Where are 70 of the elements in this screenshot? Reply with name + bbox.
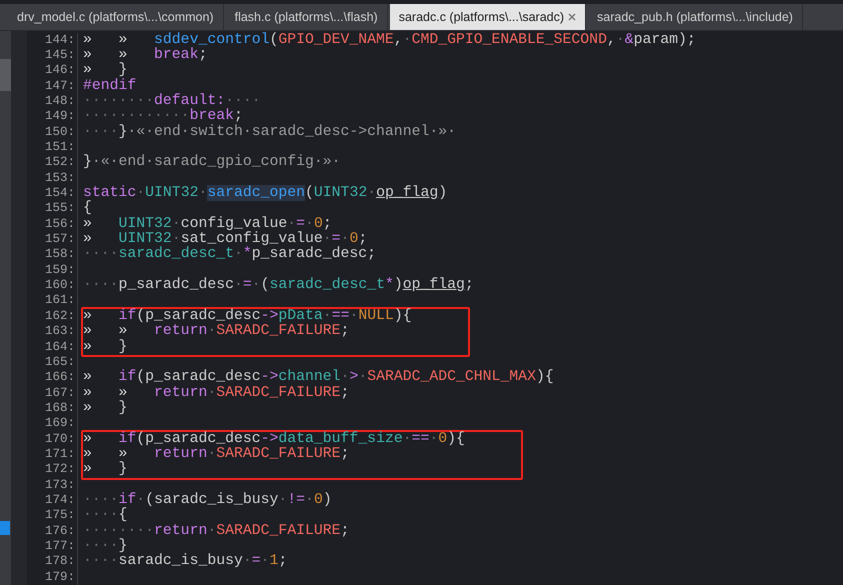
line-number: 171: — [44, 446, 76, 462]
code-line: » » return·SARADC_FAILURE; — [83, 446, 350, 462]
code-line: }·«·end·saradc_gpio_config·»· — [83, 154, 341, 170]
line-number: 148: — [44, 94, 76, 110]
file-tab[interactable]: saradc_pub.h (platforms\...\include) — [588, 4, 803, 30]
line-number: 175: — [44, 508, 76, 524]
line-number: 169: — [44, 416, 76, 432]
line-number: 150: — [44, 124, 76, 140]
line-number: 166: — [44, 370, 76, 386]
code-line: » if(p_saradc_desc->pData·==·NULL){ — [83, 308, 412, 324]
code-line: » } — [83, 338, 128, 354]
code-line: » } — [83, 62, 128, 78]
line-number: 179: — [44, 570, 76, 585]
line-number: 147: — [44, 78, 76, 94]
code-line: » » sddev_control(GPIO_DEV_NAME,·CMD_GPIO_ENABLE_SECOND,·&param); — [83, 32, 696, 48]
line-number: 158: — [44, 247, 76, 263]
line-number: 161: — [44, 293, 76, 309]
file-tab[interactable]: drv_model.c (platforms\...\common) — [8, 4, 224, 30]
code-line: » if(p_saradc_desc->channel·>·SARADC_ADC_CHNL_MAX){ — [83, 369, 554, 386]
line-number: 163: — [44, 324, 76, 340]
code-line: ····saradc_desc_t·*p_saradc_desc; — [83, 246, 376, 262]
line-number: 152: — [44, 155, 76, 171]
close-icon[interactable] — [568, 12, 576, 21]
line-number: 156: — [44, 216, 76, 232]
line-number: 144: — [44, 32, 76, 48]
line-number: 164: — [44, 340, 76, 355]
code-line: ········return·SARADC_FAILURE; — [83, 522, 350, 539]
line-number: 146: — [44, 63, 76, 79]
line-number: 168: — [44, 400, 76, 416]
line-number: 153: — [44, 170, 76, 186]
code-line: static·UINT32·saradc_open(UINT32·op_flag) — [83, 185, 448, 202]
line-number: 177: — [44, 538, 76, 554]
line-number: 159: — [44, 262, 76, 278]
code-line: ····{ — [83, 507, 128, 524]
line-number: 162: — [44, 308, 76, 324]
code-line: ············break; — [83, 108, 243, 124]
code-line: ····saradc_is_busy·=·1; — [83, 553, 288, 570]
line-number: 160: — [44, 278, 76, 294]
line-number: 149: — [44, 109, 76, 125]
line-number: 170: — [44, 432, 76, 447]
line-number: 178: — [44, 554, 76, 570]
file-tab[interactable]: saradc.c (platforms\...\saradc) — [390, 4, 586, 30]
line-number: 155: — [44, 201, 76, 217]
line-number: 176: — [44, 524, 76, 539]
vertical-scrollbar[interactable] — [0, 30, 11, 585]
code-line: » UINT32·config_value·=·0; — [83, 216, 332, 232]
line-number: 151: — [44, 140, 76, 156]
file-tab[interactable]: flash.c (platforms\...\flash) — [226, 4, 388, 30]
code-line: ····} — [83, 538, 128, 554]
code-line: » » return·SARADC_FAILURE; — [83, 384, 350, 401]
code-line: ········default:···· — [83, 93, 261, 109]
line-number: 154: — [44, 186, 76, 202]
line-number: 165: — [44, 354, 76, 370]
line-number: 167: — [44, 386, 76, 401]
code-line: » » return·SARADC_FAILURE; — [83, 323, 350, 340]
code-line: » } — [83, 400, 128, 416]
line-number: 173: — [44, 478, 76, 493]
code-line: » » break; — [83, 46, 208, 63]
code-line: #endif — [83, 78, 136, 94]
code-line: ····if·(saradc_is_busy·!=·0) — [83, 492, 332, 508]
code-line: » UINT32·sat_config_value·=·0; — [83, 231, 368, 248]
code-line: ····p_saradc_desc·=·(saradc_desc_t*)op_flag; — [83, 277, 474, 294]
line-number: 174: — [44, 492, 76, 508]
code-line: » } — [83, 461, 128, 478]
line-number: 157: — [44, 232, 76, 248]
line-number: 145: — [44, 48, 76, 64]
line-number: 172: — [44, 462, 76, 478]
code-line: { — [83, 200, 92, 216]
code-line: ····}·«·end·switch·saradc_desc->channel·»· — [83, 124, 456, 140]
code-line: » if(p_saradc_desc->data_buff_size·==·0){ — [83, 430, 465, 447]
